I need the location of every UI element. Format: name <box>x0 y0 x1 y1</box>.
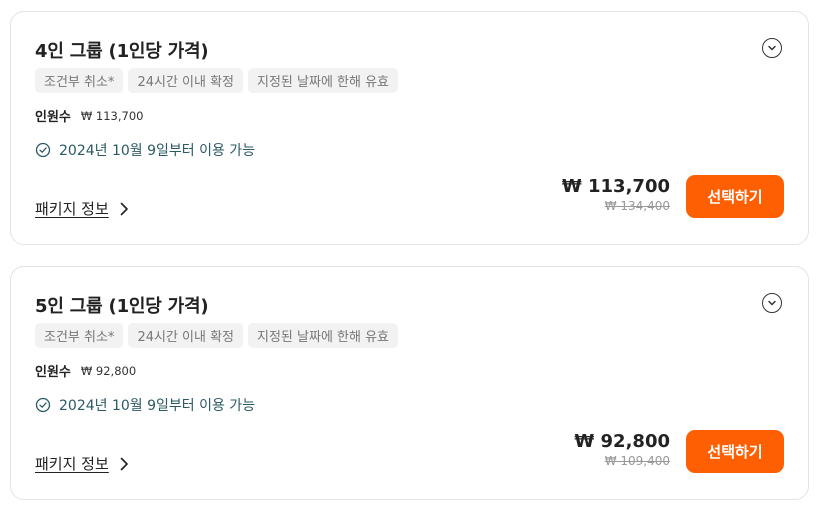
pax-price: ₩ 92,800 <box>80 363 137 378</box>
chevron-down-icon[interactable] <box>762 38 782 58</box>
select-button[interactable]: 선택하기 <box>686 175 784 218</box>
availability-text: 2024년 10월 9일부터 이용 가능 <box>59 143 256 159</box>
tag-validity: 지정된 날짜에 한해 유효 <box>248 68 399 93</box>
availability-text: 2024년 10월 9일부터 이용 가능 <box>59 398 256 414</box>
current-price: ₩ 113,700 <box>561 176 670 197</box>
pax-label: 인원수 <box>35 110 71 125</box>
package-title: 5인 그룹 (1인당 가격) <box>35 296 209 317</box>
price-block: ₩ 113,700 ₩ 134,400 <box>562 176 670 213</box>
select-button[interactable]: 선택하기 <box>686 430 784 473</box>
chevron-right-icon <box>120 457 128 470</box>
original-price: ₩ 109,400 <box>604 454 670 468</box>
package-info-link[interactable]: 패키지 정보 <box>35 453 129 474</box>
package-title: 4인 그룹 (1인당 가격) <box>35 41 209 62</box>
pax-row: 인원수 ₩ 92,800 <box>35 361 137 381</box>
current-price: ₩ 92,800 <box>574 431 670 452</box>
pax-label: 인원수 <box>35 365 71 380</box>
tag-cancellation: 조건부 취소* <box>35 68 124 93</box>
chevron-down-icon[interactable] <box>762 293 782 313</box>
package-info-link[interactable]: 패키지 정보 <box>35 198 129 219</box>
check-circle-icon <box>35 397 51 413</box>
tag-cancellation: 조건부 취소* <box>35 323 124 348</box>
chevron-right-icon <box>120 202 128 215</box>
tag-confirmation: 24시간 이내 확정 <box>128 68 244 93</box>
package-card: 4인 그룹 (1인당 가격) 조건부 취소* 24시간 이내 확정 지정된 날짜… <box>10 11 809 245</box>
availability-row: 2024년 10월 9일부터 이용 가능 <box>35 140 255 160</box>
package-info-label: 패키지 정보 <box>35 455 109 473</box>
pax-price: ₩ 113,700 <box>80 108 144 123</box>
availability-row: 2024년 10월 9일부터 이용 가능 <box>35 395 255 415</box>
original-price: ₩ 134,400 <box>604 199 670 213</box>
price-block: ₩ 92,800 ₩ 109,400 <box>574 431 670 468</box>
pax-row: 인원수 ₩ 113,700 <box>35 106 144 126</box>
tag-validity: 지정된 날짜에 한해 유효 <box>248 323 399 348</box>
package-card: 5인 그룹 (1인당 가격) 조건부 취소* 24시간 이내 확정 지정된 날짜… <box>10 266 809 500</box>
package-info-label: 패키지 정보 <box>35 200 109 218</box>
tag-confirmation: 24시간 이내 확정 <box>128 323 244 348</box>
check-circle-icon <box>35 142 51 158</box>
tag-list: 조건부 취소* 24시간 이내 확정 지정된 날짜에 한해 유효 <box>35 68 399 93</box>
tag-list: 조건부 취소* 24시간 이내 확정 지정된 날짜에 한해 유효 <box>35 323 399 348</box>
